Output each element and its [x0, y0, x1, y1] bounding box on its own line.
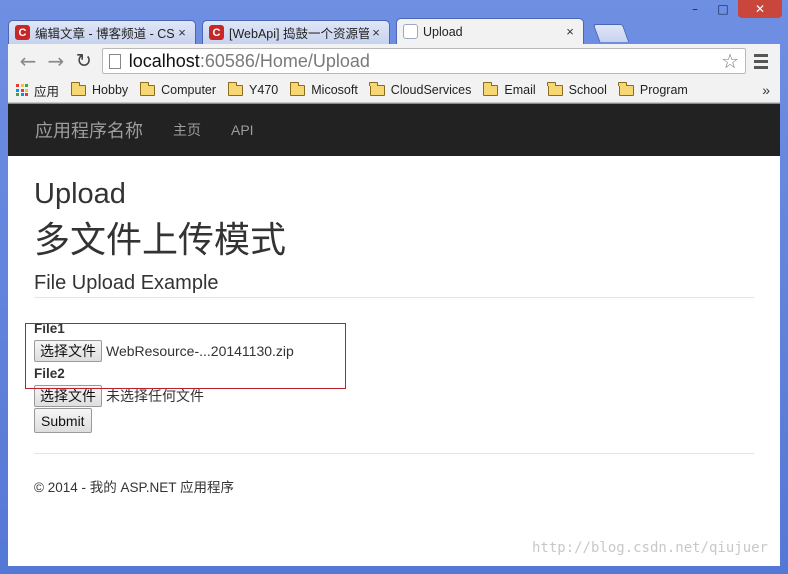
maximize-button[interactable]: □	[710, 0, 736, 18]
file2-label: File2	[34, 366, 65, 381]
bookmark-label: Email	[504, 83, 536, 97]
file2-filename: 未选择任何文件	[106, 388, 204, 404]
new-tab-button[interactable]	[592, 24, 630, 42]
bookmarks-bar: 应用 Hobby Computer Y470 Micosoft CloudSer…	[8, 78, 780, 103]
address-bar[interactable]: localhost :60586/Home/Upload ☆	[101, 48, 747, 74]
bookmark-star-icon[interactable]: ☆	[721, 49, 739, 74]
bookmark-label: School	[568, 83, 607, 97]
more-bookmarks-icon[interactable]: »	[762, 82, 770, 98]
footer-divider	[34, 453, 754, 454]
navbar-brand[interactable]: 应用程序名称	[35, 117, 143, 143]
folder-icon	[618, 81, 634, 96]
bookmark-label: Program	[639, 83, 688, 97]
footer-copyright: © 2014 - 我的 ASP.NET 应用程序	[34, 480, 235, 495]
tab-title: 编辑文章 - 博客频道 - CSDN	[35, 27, 175, 41]
file1-choose-button[interactable]: 选择文件	[34, 340, 102, 362]
nav-link-api[interactable]: API	[231, 122, 254, 138]
reload-icon[interactable]: ↻	[70, 47, 98, 75]
tab-title: Upload	[423, 24, 463, 39]
apps-grid-dot	[25, 93, 28, 96]
url-host: localhost	[128, 50, 200, 71]
folder-icon	[227, 81, 244, 96]
bookmark-email[interactable]: Email	[482, 81, 536, 97]
close-tab-icon[interactable]: ×	[369, 25, 383, 40]
close-tab-icon[interactable]: ×	[563, 24, 577, 39]
folder-icon	[70, 81, 87, 96]
browser-toolbar: ← → ↻ localhost :60586/Home/Upload ☆	[8, 44, 780, 78]
apps-grid-dot	[20, 88, 24, 92]
bookmark-label: Y470	[249, 83, 279, 97]
form-legend: File Upload Example	[34, 268, 754, 298]
apps-grid-dot	[16, 88, 19, 92]
bookmark-cloudservices[interactable]: CloudServices	[369, 81, 472, 97]
folder-icon	[289, 81, 306, 96]
apps-grid-dot	[16, 84, 19, 87]
file1-filename: WebResource-...20141130.zip	[106, 343, 294, 359]
page-subtitle: 多文件上传模式	[34, 220, 287, 261]
close-window-button[interactable]: ✕	[738, 0, 782, 18]
bookmark-micosoft[interactable]: Micosoft	[289, 81, 358, 97]
csdn-favicon-icon: C	[209, 25, 224, 40]
folder-icon	[369, 81, 385, 96]
page-favicon-icon	[403, 24, 418, 39]
bookmark-label: 应用	[34, 84, 60, 99]
bookmark-apps[interactable]: 应用	[16, 81, 59, 100]
apps-grid-dot	[25, 88, 28, 92]
csdn-favicon-icon: C	[15, 25, 30, 40]
page-icon	[108, 53, 121, 69]
bookmark-program[interactable]: Program	[618, 81, 688, 97]
file1-input: 选择文件 WebResource-...20141130.zip	[34, 340, 754, 362]
url-path: :60586/Home/Upload	[199, 50, 370, 71]
menu-icon[interactable]	[754, 53, 774, 69]
main-content: Upload 多文件上传模式 File Upload Example File1…	[8, 156, 780, 496]
submit-button[interactable]: Submit	[34, 408, 92, 433]
bookmark-hobby[interactable]: Hobby	[70, 81, 129, 97]
page-title: Upload	[34, 178, 126, 210]
tab-webapi[interactable]: C [WebApi] 捣鼓一个资源管理 ×	[202, 20, 390, 44]
apps-grid-icon	[16, 84, 28, 96]
apps-grid-dot	[20, 84, 24, 87]
tab-title: [WebApi] 捣鼓一个资源管理	[229, 27, 369, 41]
back-icon[interactable]: ←	[14, 47, 42, 75]
file1-label: File1	[34, 321, 65, 336]
bookmark-y470[interactable]: Y470	[227, 81, 279, 97]
tab-strip: C 编辑文章 - 博客频道 - CSDN × C [WebApi] 捣鼓一个资源…	[8, 18, 780, 44]
page-viewport: 应用程序名称 主页 API Upload 多文件上传模式 File Upload…	[8, 104, 780, 566]
bookmark-label: CloudServices	[390, 83, 472, 97]
upload-form: File1 选择文件 WebResource-...20141130.zip F…	[34, 320, 754, 433]
apps-grid-dot	[20, 93, 24, 96]
forward-icon[interactable]: →	[42, 47, 70, 75]
site-navbar: 应用程序名称 主页 API	[8, 104, 780, 156]
bookmark-label: Computer	[161, 83, 217, 97]
tab-upload[interactable]: Upload ×	[396, 18, 584, 44]
file2-input: 选择文件 未选择任何文件	[34, 385, 754, 407]
minimize-button[interactable]: –	[682, 0, 708, 18]
folder-icon	[482, 81, 499, 96]
bookmark-school[interactable]: School	[547, 81, 607, 97]
browser-window: – □ ✕ C 编辑文章 - 博客频道 - CSDN × C [WebApi] …	[0, 0, 788, 574]
apps-grid-dot	[25, 84, 28, 87]
bookmark-label: Hobby	[92, 83, 129, 97]
bookmark-label: Micosoft	[311, 83, 358, 97]
tab-csdn-edit[interactable]: C 编辑文章 - 博客频道 - CSDN ×	[8, 20, 196, 44]
folder-icon	[547, 81, 563, 96]
close-tab-icon[interactable]: ×	[175, 25, 189, 40]
watermark: http://blog.csdn.net/qiujuer	[531, 540, 768, 556]
file2-choose-button[interactable]: 选择文件	[34, 385, 102, 407]
bookmark-computer[interactable]: Computer	[139, 81, 217, 97]
apps-grid-dot	[16, 93, 19, 96]
folder-icon	[139, 81, 156, 96]
nav-link-home[interactable]: 主页	[173, 120, 201, 140]
